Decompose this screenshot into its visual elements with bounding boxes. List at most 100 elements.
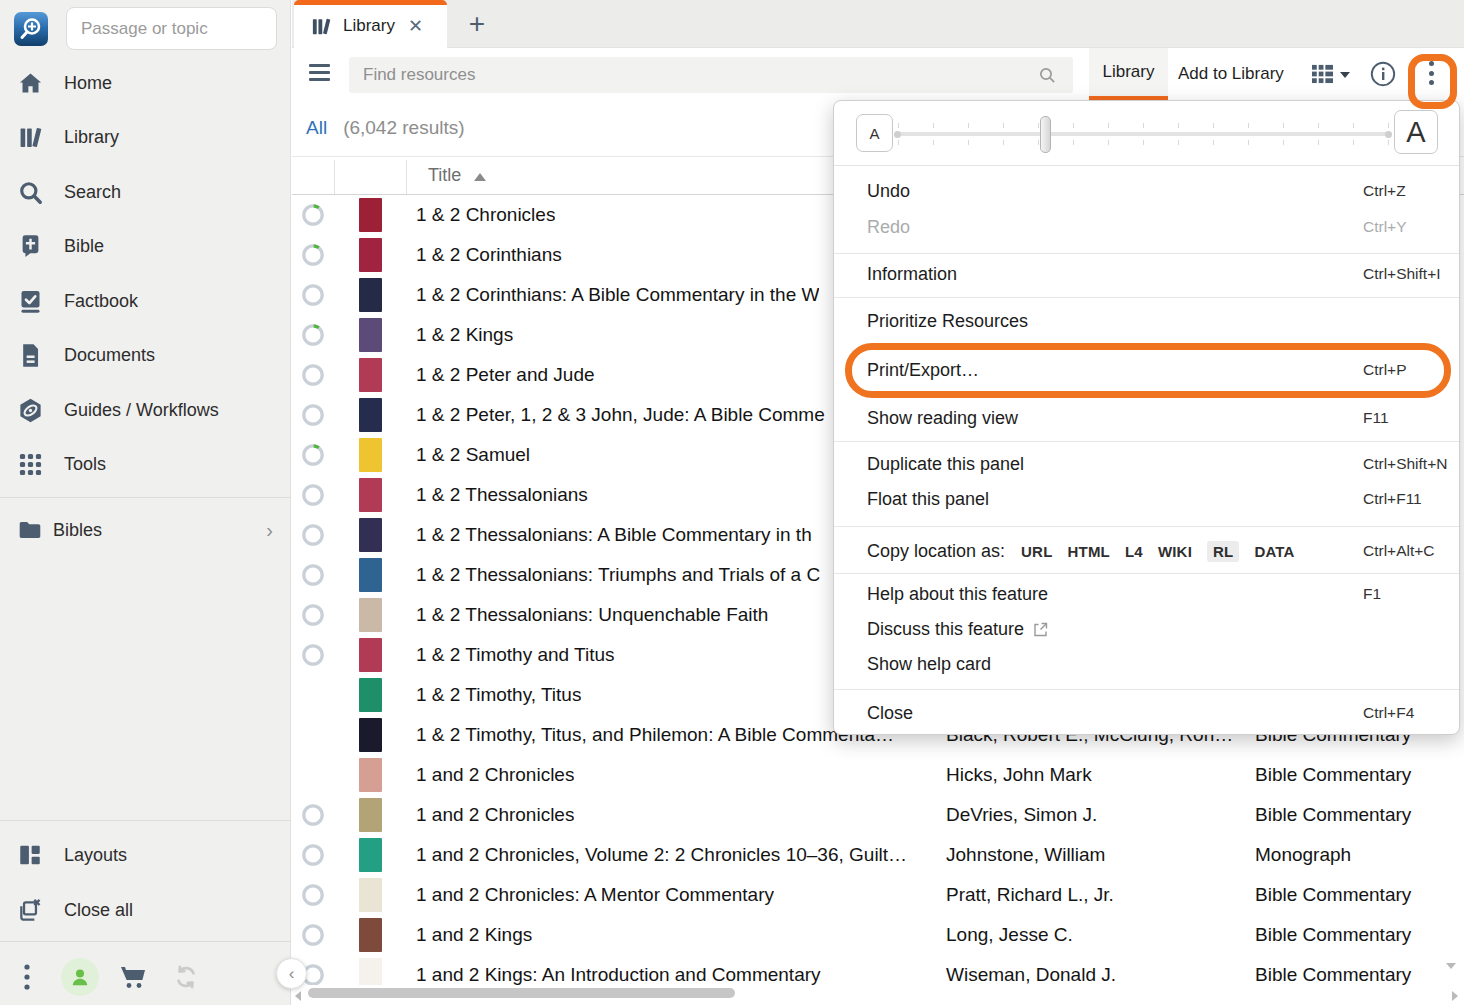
download-progress-ring[interactable] (302, 484, 324, 506)
menu-hamburger-icon[interactable] (309, 64, 330, 81)
app-logo-icon[interactable] (14, 12, 48, 46)
find-resources-input[interactable]: Find resources (349, 57, 1073, 93)
view-options-button[interactable] (1311, 63, 1350, 84)
download-progress-ring[interactable] (302, 364, 324, 386)
menu-item-show-reading-view[interactable]: Show reading viewF11 (834, 400, 1459, 436)
resource-title[interactable]: 1 and 2 Chronicles (416, 795, 574, 835)
copy-format-url[interactable]: URL (1021, 543, 1052, 560)
resource-title[interactable]: 1 & 2 Timothy and Titus (416, 635, 615, 675)
copy-format-html[interactable]: HTML (1068, 543, 1110, 560)
menu-item-discuss[interactable]: Discuss this feature (834, 611, 1459, 647)
download-progress-ring[interactable] (302, 284, 324, 306)
sidebar-item-close-all[interactable]: Close all (0, 883, 291, 937)
table-row[interactable]: 1 and 2 Chronicles: A Mentor CommentaryP… (292, 875, 1464, 915)
copy-format-rl[interactable]: RL (1207, 541, 1239, 562)
copy-format-l4[interactable]: L4 (1125, 543, 1143, 560)
download-progress-ring[interactable] (302, 564, 324, 586)
tab-close-icon[interactable]: ✕ (408, 17, 423, 35)
scroll-left-arrow-icon[interactable] (295, 991, 301, 1001)
menu-item-show-help-card[interactable]: Show help card (834, 646, 1459, 682)
resource-title[interactable]: 1 and 2 Kings (416, 915, 532, 955)
resource-title[interactable]: 1 & 2 Samuel (416, 435, 530, 475)
copy-format-data[interactable]: DATA (1254, 543, 1294, 560)
resource-title[interactable]: 1 & 2 Thessalonians: A Bible Commentary … (416, 515, 812, 555)
resource-title[interactable]: 1 & 2 Timothy, Titus, and Philemon: A Bi… (416, 715, 894, 755)
resource-title[interactable]: 1 & 2 Chronicles (416, 195, 555, 235)
toolbar-tab-library[interactable]: Library (1089, 48, 1168, 100)
resource-title[interactable]: 1 & 2 Kings (416, 315, 513, 355)
table-row[interactable]: 1 and 2 ChroniclesDeVries, Simon J.Bible… (292, 795, 1464, 835)
download-progress-ring[interactable] (302, 524, 324, 546)
resource-title[interactable]: 1 & 2 Thessalonians (416, 475, 588, 515)
font-larger-button[interactable]: A (1394, 110, 1438, 154)
scroll-right-arrow-icon[interactable] (1452, 991, 1458, 1001)
resource-title[interactable]: 1 & 2 Thessalonians: Unquenchable Faith (416, 595, 768, 635)
download-progress-ring[interactable] (302, 404, 324, 426)
toolbar-tab-add-to-library[interactable]: Add to Library (1178, 48, 1284, 100)
menu-item-close[interactable]: CloseCtrl+F4 (834, 695, 1459, 731)
table-row[interactable]: 1 and 2 Kings: An Introduction and Comme… (292, 955, 1464, 985)
sidebar-item-home[interactable]: Home (0, 56, 290, 111)
filter-all[interactable]: All (306, 117, 327, 139)
account-avatar[interactable] (53, 958, 106, 996)
resource-title[interactable]: 1 and 2 Chronicles: A Mentor Commentary (416, 875, 774, 915)
sidebar-item-factbook[interactable]: Factbook (0, 274, 290, 329)
download-progress-ring[interactable] (302, 444, 324, 466)
sidebar-item-bible[interactable]: Bible (0, 220, 290, 275)
resource-title[interactable]: 1 and 2 Chronicles, Volume 2: 2 Chronicl… (416, 835, 907, 875)
sidebar-item-layouts[interactable]: Layouts (0, 828, 291, 882)
sidebar-item-bibles[interactable]: Bibles › (0, 506, 291, 554)
menu-item-shortcut: Ctrl+Shift+N (1363, 455, 1447, 473)
resource-title[interactable]: 1 & 2 Corinthians (416, 235, 562, 275)
sidebar-item-library[interactable]: Library (0, 111, 290, 166)
menu-item-duplicate-panel[interactable]: Duplicate this panelCtrl+Shift+N (834, 446, 1459, 482)
sidebar-item-guides[interactable]: Guides / Workflows (0, 383, 290, 438)
resource-title[interactable]: 1 & 2 Peter, 1, 2 & 3 John, Jude: A Bibl… (416, 395, 825, 435)
table-row[interactable]: 1 and 2 KingsLong, Jesse C.Bible Comment… (292, 915, 1464, 955)
menu-item-information[interactable]: InformationCtrl+Shift+I (834, 256, 1459, 292)
download-progress-ring[interactable] (302, 324, 324, 346)
download-progress-ring[interactable] (302, 924, 324, 946)
download-progress-ring[interactable] (302, 644, 324, 666)
column-header-title[interactable]: Title (428, 165, 486, 186)
sync-icon[interactable] (159, 964, 212, 990)
sidebar-item-search[interactable]: Search (0, 165, 290, 220)
info-button[interactable] (1370, 61, 1396, 87)
resource-title[interactable]: 1 & 2 Timothy, Titus (416, 675, 581, 715)
font-smaller-button[interactable]: A (856, 114, 893, 152)
cart-icon[interactable] (106, 964, 159, 990)
menu-item-float-panel[interactable]: Float this panelCtrl+F11 (834, 481, 1459, 517)
horizontal-scrollbar[interactable] (292, 985, 1464, 1005)
sidebar-collapse-button[interactable]: ‹ (276, 958, 307, 989)
resource-title[interactable]: 1 and 2 Chronicles (416, 755, 574, 795)
download-progress-ring[interactable] (302, 804, 324, 826)
new-tab-button[interactable]: + (459, 6, 495, 42)
download-progress-ring[interactable] (302, 884, 324, 906)
table-row[interactable]: 1 and 2 Chronicles, Volume 2: 2 Chronicl… (292, 835, 1464, 875)
font-size-slider[interactable] (898, 132, 1388, 136)
resource-title[interactable]: 1 & 2 Peter and Jude (416, 355, 595, 395)
book-cover-thumbnail (359, 718, 382, 752)
sidebar-item-documents[interactable]: Documents (0, 329, 290, 384)
table-row[interactable]: 1 and 2 ChroniclesHicks, John MarkBible … (292, 755, 1464, 795)
tab-library[interactable]: Library ✕ (294, 0, 447, 48)
resource-title[interactable]: 1 and 2 Kings: An Introduction and Comme… (416, 955, 821, 985)
more-options-kebab-icon[interactable] (0, 964, 53, 990)
sidebar-item-tools[interactable]: Tools (0, 438, 290, 493)
download-progress-ring[interactable] (302, 844, 324, 866)
copy-format-wiki[interactable]: WIKI (1158, 543, 1192, 560)
menu-item-help-about[interactable]: Help about this featureF1 (834, 576, 1459, 612)
download-progress-ring[interactable] (302, 604, 324, 626)
menu-item-redo[interactable]: RedoCtrl+Y (834, 209, 1459, 245)
scrollbar-thumb[interactable] (308, 988, 735, 998)
resource-title[interactable]: 1 & 2 Corinthians: A Bible Commentary in… (416, 275, 819, 315)
scroll-down-arrow-icon[interactable] (1446, 963, 1456, 969)
font-size-slider-handle[interactable] (1040, 116, 1051, 153)
download-progress-ring[interactable] (302, 204, 324, 226)
passage-search-input[interactable]: Passage or topic (66, 7, 277, 50)
menu-item-copy-location[interactable]: Copy location as:URLHTMLL4WIKIRLDATACtrl… (834, 533, 1459, 569)
menu-item-undo[interactable]: UndoCtrl+Z (834, 173, 1459, 209)
download-progress-ring[interactable] (302, 244, 324, 266)
menu-item-prioritize-resources[interactable]: Prioritize Resources (834, 303, 1459, 339)
resource-title[interactable]: 1 & 2 Thessalonians: Triumphs and Trials… (416, 555, 820, 595)
